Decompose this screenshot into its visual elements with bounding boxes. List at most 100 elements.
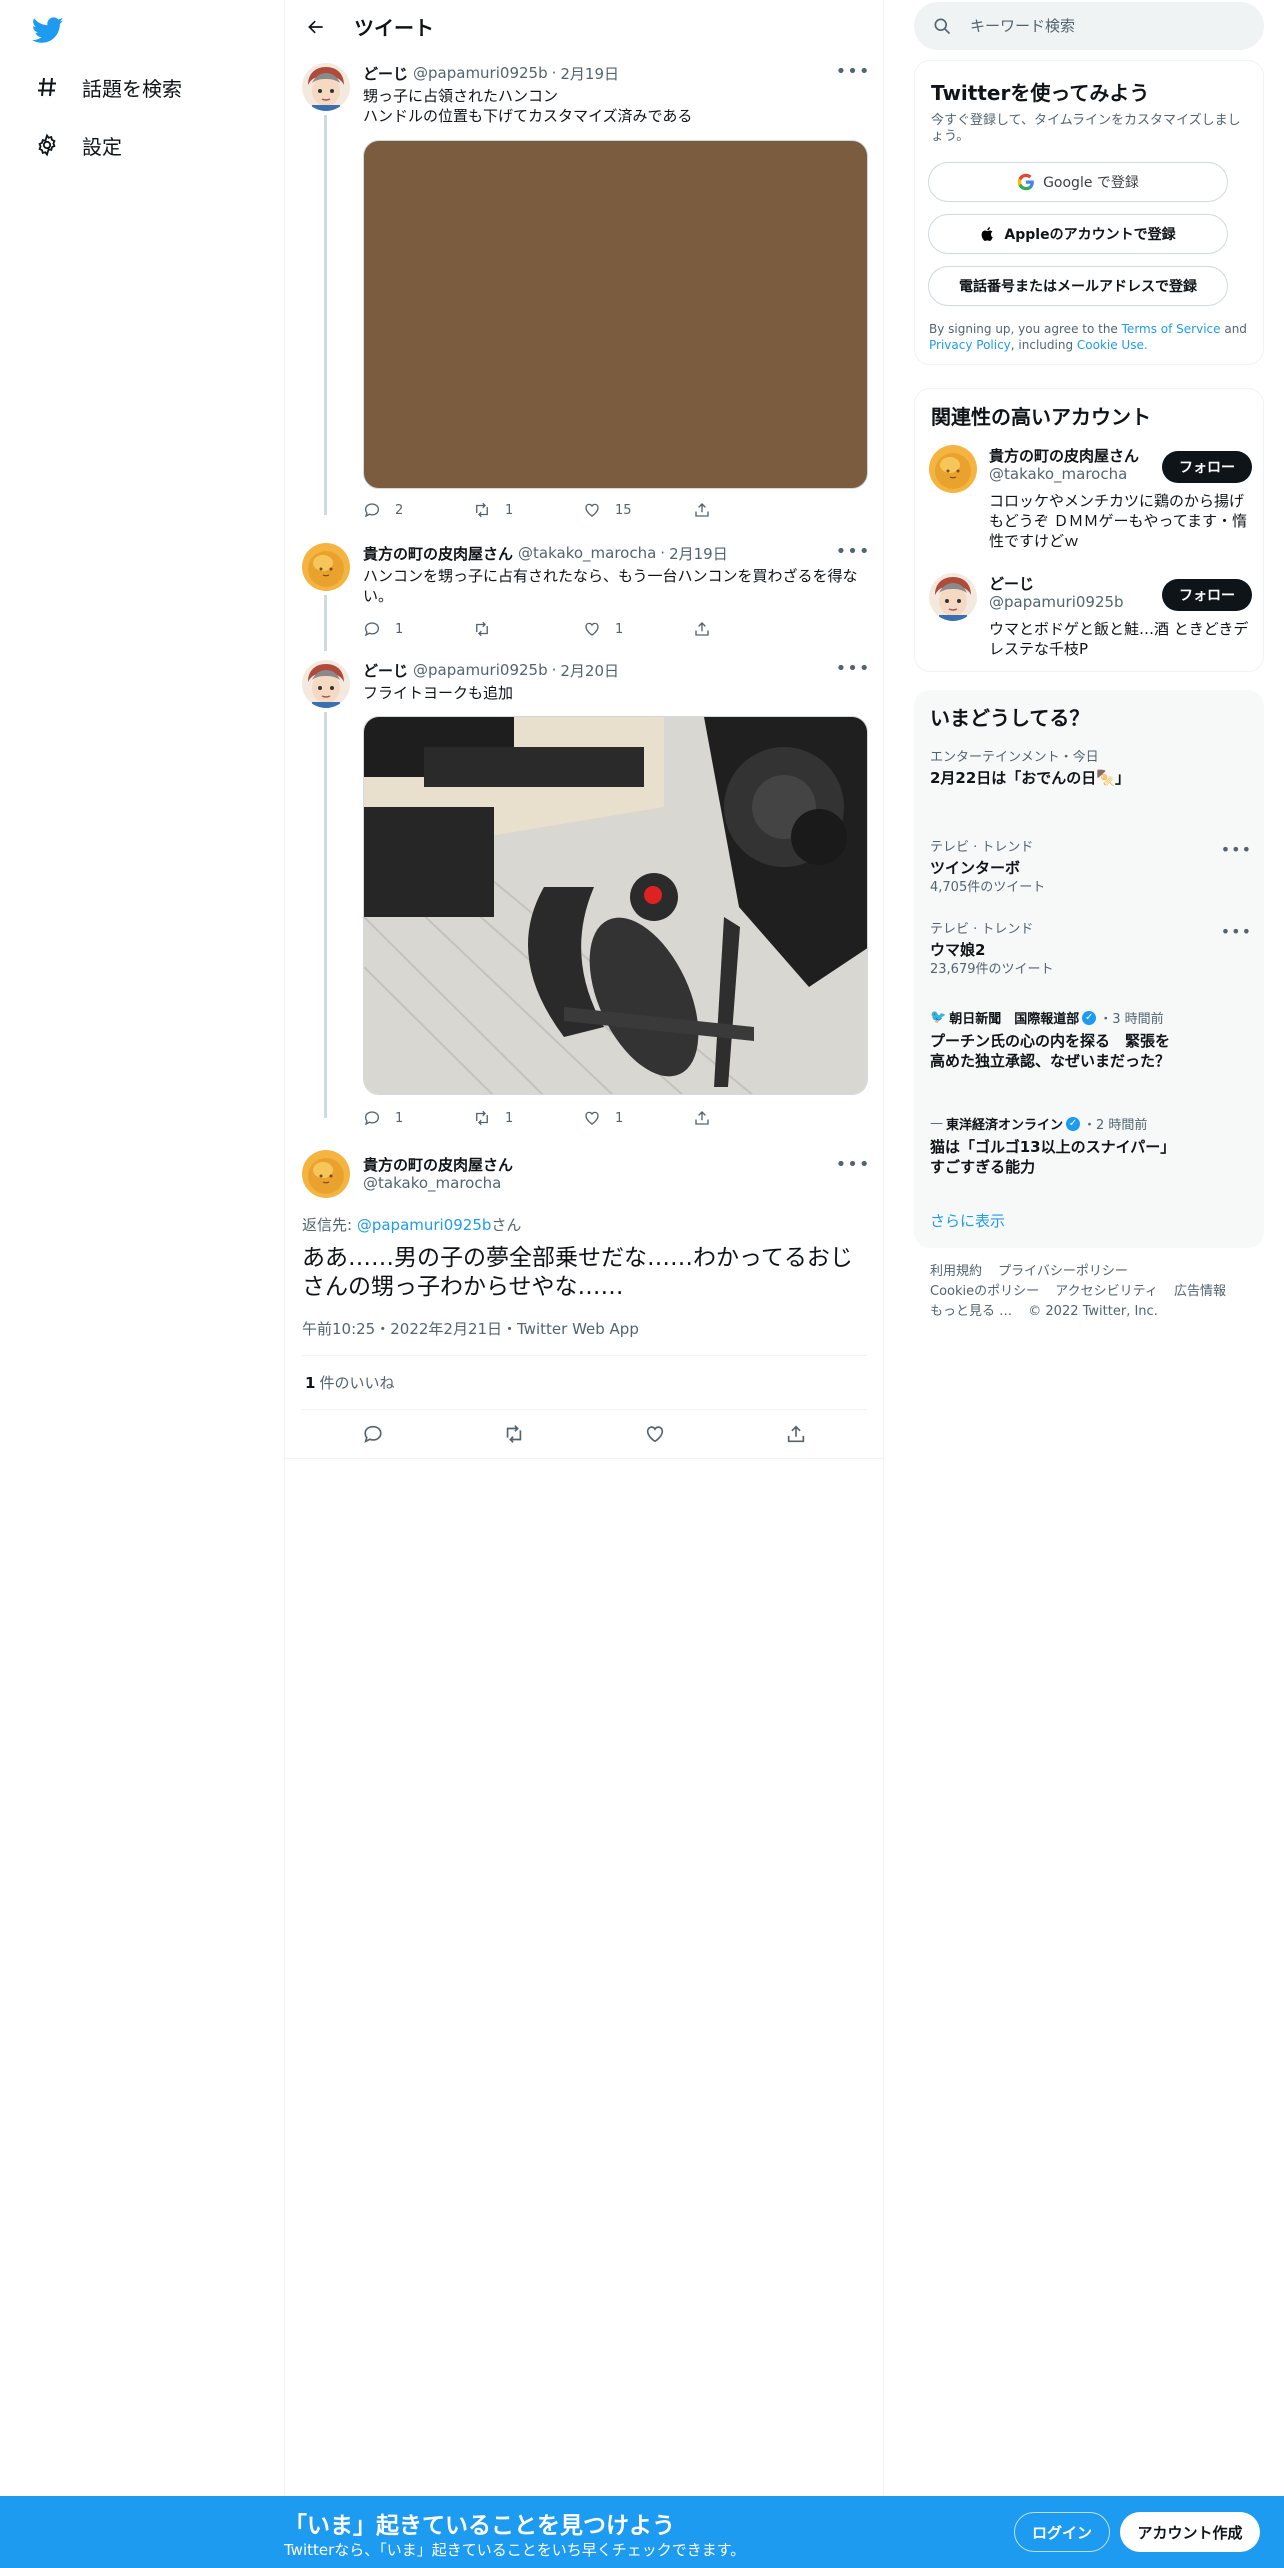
display-name[interactable]: 貴方の町の皮肉屋さん bbox=[363, 543, 513, 564]
avatar[interactable] bbox=[302, 543, 350, 591]
search-box[interactable] bbox=[914, 2, 1264, 50]
more-options-icon[interactable]: ••• bbox=[1221, 840, 1252, 859]
gear-icon bbox=[34, 132, 60, 158]
phone-email-signup-button[interactable]: 電話番号またはメールアドレスで登録 bbox=[928, 266, 1228, 306]
nav-explore[interactable]: 話題を検索 bbox=[34, 67, 182, 107]
display-name[interactable]: 貴方の町の皮肉屋さん bbox=[363, 1154, 513, 1175]
display-name[interactable]: 貴方の町の皮肉屋さん bbox=[989, 445, 1139, 466]
create-account-button[interactable]: アカウント作成 bbox=[1120, 2512, 1260, 2552]
retweet-button[interactable] bbox=[494, 1414, 534, 1454]
footer-link-more[interactable]: もっと見る … bbox=[930, 1304, 1012, 1319]
trends-title: いまどうしてる？ bbox=[930, 706, 1090, 730]
trend-item[interactable]: エンターテインメント・今日 2月22日は「おでんの日🍢」 bbox=[930, 750, 1250, 788]
footer-link-accessibility[interactable]: アクセシビリティ bbox=[1055, 1284, 1158, 1299]
tweet-date[interactable]: 2月19日 bbox=[560, 63, 619, 84]
avatar[interactable] bbox=[302, 63, 350, 111]
login-button[interactable]: ログイン bbox=[1014, 2512, 1110, 2552]
tweet-image[interactable] bbox=[363, 716, 868, 1095]
share-button[interactable] bbox=[693, 1109, 725, 1127]
account-bio: コロッケやメンチカツに鶏のから揚げもどうぞ ＤＭＭゲーもやってます・惰性ですけど… bbox=[989, 492, 1247, 550]
reply-button[interactable]: 1 bbox=[363, 1109, 473, 1127]
like-button[interactable] bbox=[635, 1414, 675, 1454]
cookie-use-link[interactable]: Cookie Use. bbox=[1077, 338, 1148, 352]
heart-icon bbox=[646, 1426, 664, 1443]
tweet-text: ハンコンを甥っ子に占有されたなら、もう一台ハンコンを買わざるを得ない。 bbox=[363, 567, 858, 605]
news-item[interactable]: — 東洋経済オンライン ✓ ・2 時間前 猫は「ゴルゴ13以上のスナイパー」すご… bbox=[930, 1114, 1170, 1177]
tweet-text: ああ……男の子の夢全部乗せだな……わかってるおじさんの甥っ子わからせやな…… bbox=[302, 1245, 853, 1300]
related-account[interactable]: 貴方の町の皮肉屋さん @takako_marocha フォロー コロッケやメンチ… bbox=[929, 445, 1252, 555]
show-more-link[interactable]: さらに表示 bbox=[930, 1210, 1005, 1231]
username[interactable]: @takako_marocha bbox=[518, 544, 656, 562]
tweet-date[interactable]: 2月19日 bbox=[669, 543, 728, 564]
related-account[interactable]: どーじ @papamuri0925b フォロー ウマとボドゲと飯と鮭…酒 ときど… bbox=[929, 573, 1252, 663]
follow-button[interactable]: フォロー bbox=[1162, 579, 1252, 611]
nav-settings-label: 設定 bbox=[82, 134, 122, 159]
username[interactable]: @papamuri0925b bbox=[413, 661, 548, 679]
search-input[interactable] bbox=[970, 17, 1230, 35]
display-name[interactable]: どーじ bbox=[363, 63, 408, 84]
username[interactable]: @papamuri0925b bbox=[989, 593, 1124, 611]
retweet-button[interactable]: 1 bbox=[473, 1109, 583, 1127]
apple-signup-label: Appleのアカウントで登録 bbox=[1004, 227, 1176, 243]
phone-email-signup-label: 電話番号またはメールアドレスで登録 bbox=[959, 279, 1197, 295]
follow-button[interactable]: フォロー bbox=[1162, 451, 1252, 483]
like-button[interactable]: 1 bbox=[583, 620, 693, 638]
tweet-timestamp[interactable]: 午前10:25・2022年2月21日・Twitter Web App bbox=[302, 1318, 639, 1339]
thread-tweet-2[interactable]: 貴方の町の皮肉屋さん @takako_marocha · 2月19日 ••• ハ… bbox=[285, 541, 883, 651]
reply-to-handle[interactable]: @papamuri0925b bbox=[357, 1216, 492, 1234]
more-options-icon[interactable]: ••• bbox=[836, 59, 870, 83]
privacy-policy-link[interactable]: Privacy Policy bbox=[929, 338, 1011, 352]
avatar[interactable] bbox=[929, 573, 977, 621]
tweet-date[interactable]: 2月20日 bbox=[560, 660, 619, 681]
trend-title: ツインターボ bbox=[930, 859, 1021, 877]
retweet-count: 1 bbox=[505, 502, 514, 518]
footer-link-cookies[interactable]: Cookieのポリシー bbox=[930, 1284, 1039, 1299]
trend-item[interactable]: テレビ · トレンド ツインターボ 4,705件のツイート ••• bbox=[930, 840, 1252, 896]
trend-item[interactable]: テレビ · トレンド ウマ娘2 23,679件のツイート ••• bbox=[930, 922, 1252, 978]
reply-button[interactable]: 1 bbox=[363, 620, 473, 638]
back-arrow-icon[interactable] bbox=[298, 9, 334, 45]
reply-button[interactable] bbox=[353, 1414, 393, 1454]
thread-tweet-3[interactable]: どーじ @papamuri0925b · 2月20日 ••• フライトヨークも追… bbox=[285, 658, 883, 1130]
apple-signup-button[interactable]: Appleのアカウントで登録 bbox=[928, 214, 1228, 254]
display-name[interactable]: どーじ bbox=[363, 660, 408, 681]
share-button[interactable] bbox=[693, 501, 725, 519]
trend-count: 23,679件のツイート bbox=[930, 962, 1054, 977]
username[interactable]: @takako_marocha bbox=[989, 465, 1127, 483]
google-signup-button[interactable]: Google で登録 bbox=[928, 162, 1228, 202]
like-button[interactable]: 15 bbox=[583, 501, 693, 519]
footer-link-privacy[interactable]: プライバシーポリシー bbox=[998, 1264, 1128, 1279]
share-button[interactable] bbox=[693, 620, 725, 638]
tweet-actions: 1 1 1 bbox=[363, 1108, 803, 1128]
reply-button[interactable]: 2 bbox=[363, 501, 473, 519]
avatar[interactable] bbox=[929, 445, 977, 493]
verified-badge-icon: ✓ bbox=[1066, 1116, 1081, 1131]
avatar[interactable] bbox=[302, 660, 350, 708]
terms-of-service-link[interactable]: Terms of Service bbox=[1122, 322, 1221, 336]
more-options-icon[interactable]: ••• bbox=[836, 539, 870, 563]
share-button[interactable] bbox=[776, 1414, 816, 1454]
retweet-button[interactable] bbox=[473, 620, 583, 638]
more-options-icon[interactable]: ••• bbox=[836, 1152, 870, 1176]
avatar[interactable] bbox=[302, 1150, 350, 1198]
nav-settings[interactable]: 設定 bbox=[34, 125, 122, 165]
more-options-icon[interactable]: ••• bbox=[836, 656, 870, 680]
reply-to-suffix: さん bbox=[491, 1216, 522, 1234]
retweet-button[interactable]: 1 bbox=[473, 501, 583, 519]
footer-link-terms[interactable]: 利用規約 bbox=[930, 1264, 982, 1279]
footer-links: 利用規約 プライバシーポリシー Cookieのポリシー アクセシビリティ 広告情… bbox=[930, 1262, 1250, 1322]
twitter-logo-icon[interactable] bbox=[31, 14, 64, 46]
thread-tweet-1[interactable]: どーじ @papamuri0925b · 2月19日 ••• 甥っ子に占領された… bbox=[285, 61, 883, 523]
username[interactable]: @papamuri0925b bbox=[413, 64, 548, 82]
display-name[interactable]: どーじ bbox=[989, 573, 1034, 594]
more-options-icon[interactable]: ••• bbox=[1221, 922, 1252, 941]
tweet-image[interactable] bbox=[363, 140, 868, 489]
news-item[interactable]: 🐦 朝日新聞 国際報道部 ✓ ・3 時間前 プーチン氏の心の内を探る 緊張を高め… bbox=[930, 1008, 1170, 1071]
likes-summary[interactable]: 1 件のいいね bbox=[305, 1372, 394, 1393]
news-meta: — 東洋経済オンライン ✓ ・2 時間前 bbox=[930, 1114, 1170, 1133]
apple-icon bbox=[980, 226, 996, 242]
username[interactable]: @takako_marocha bbox=[363, 1174, 501, 1192]
footer-link-ads[interactable]: 広告情報 bbox=[1174, 1284, 1226, 1299]
related-title: 関連性の高いアカウント bbox=[931, 405, 1151, 429]
like-button[interactable]: 1 bbox=[583, 1109, 693, 1127]
